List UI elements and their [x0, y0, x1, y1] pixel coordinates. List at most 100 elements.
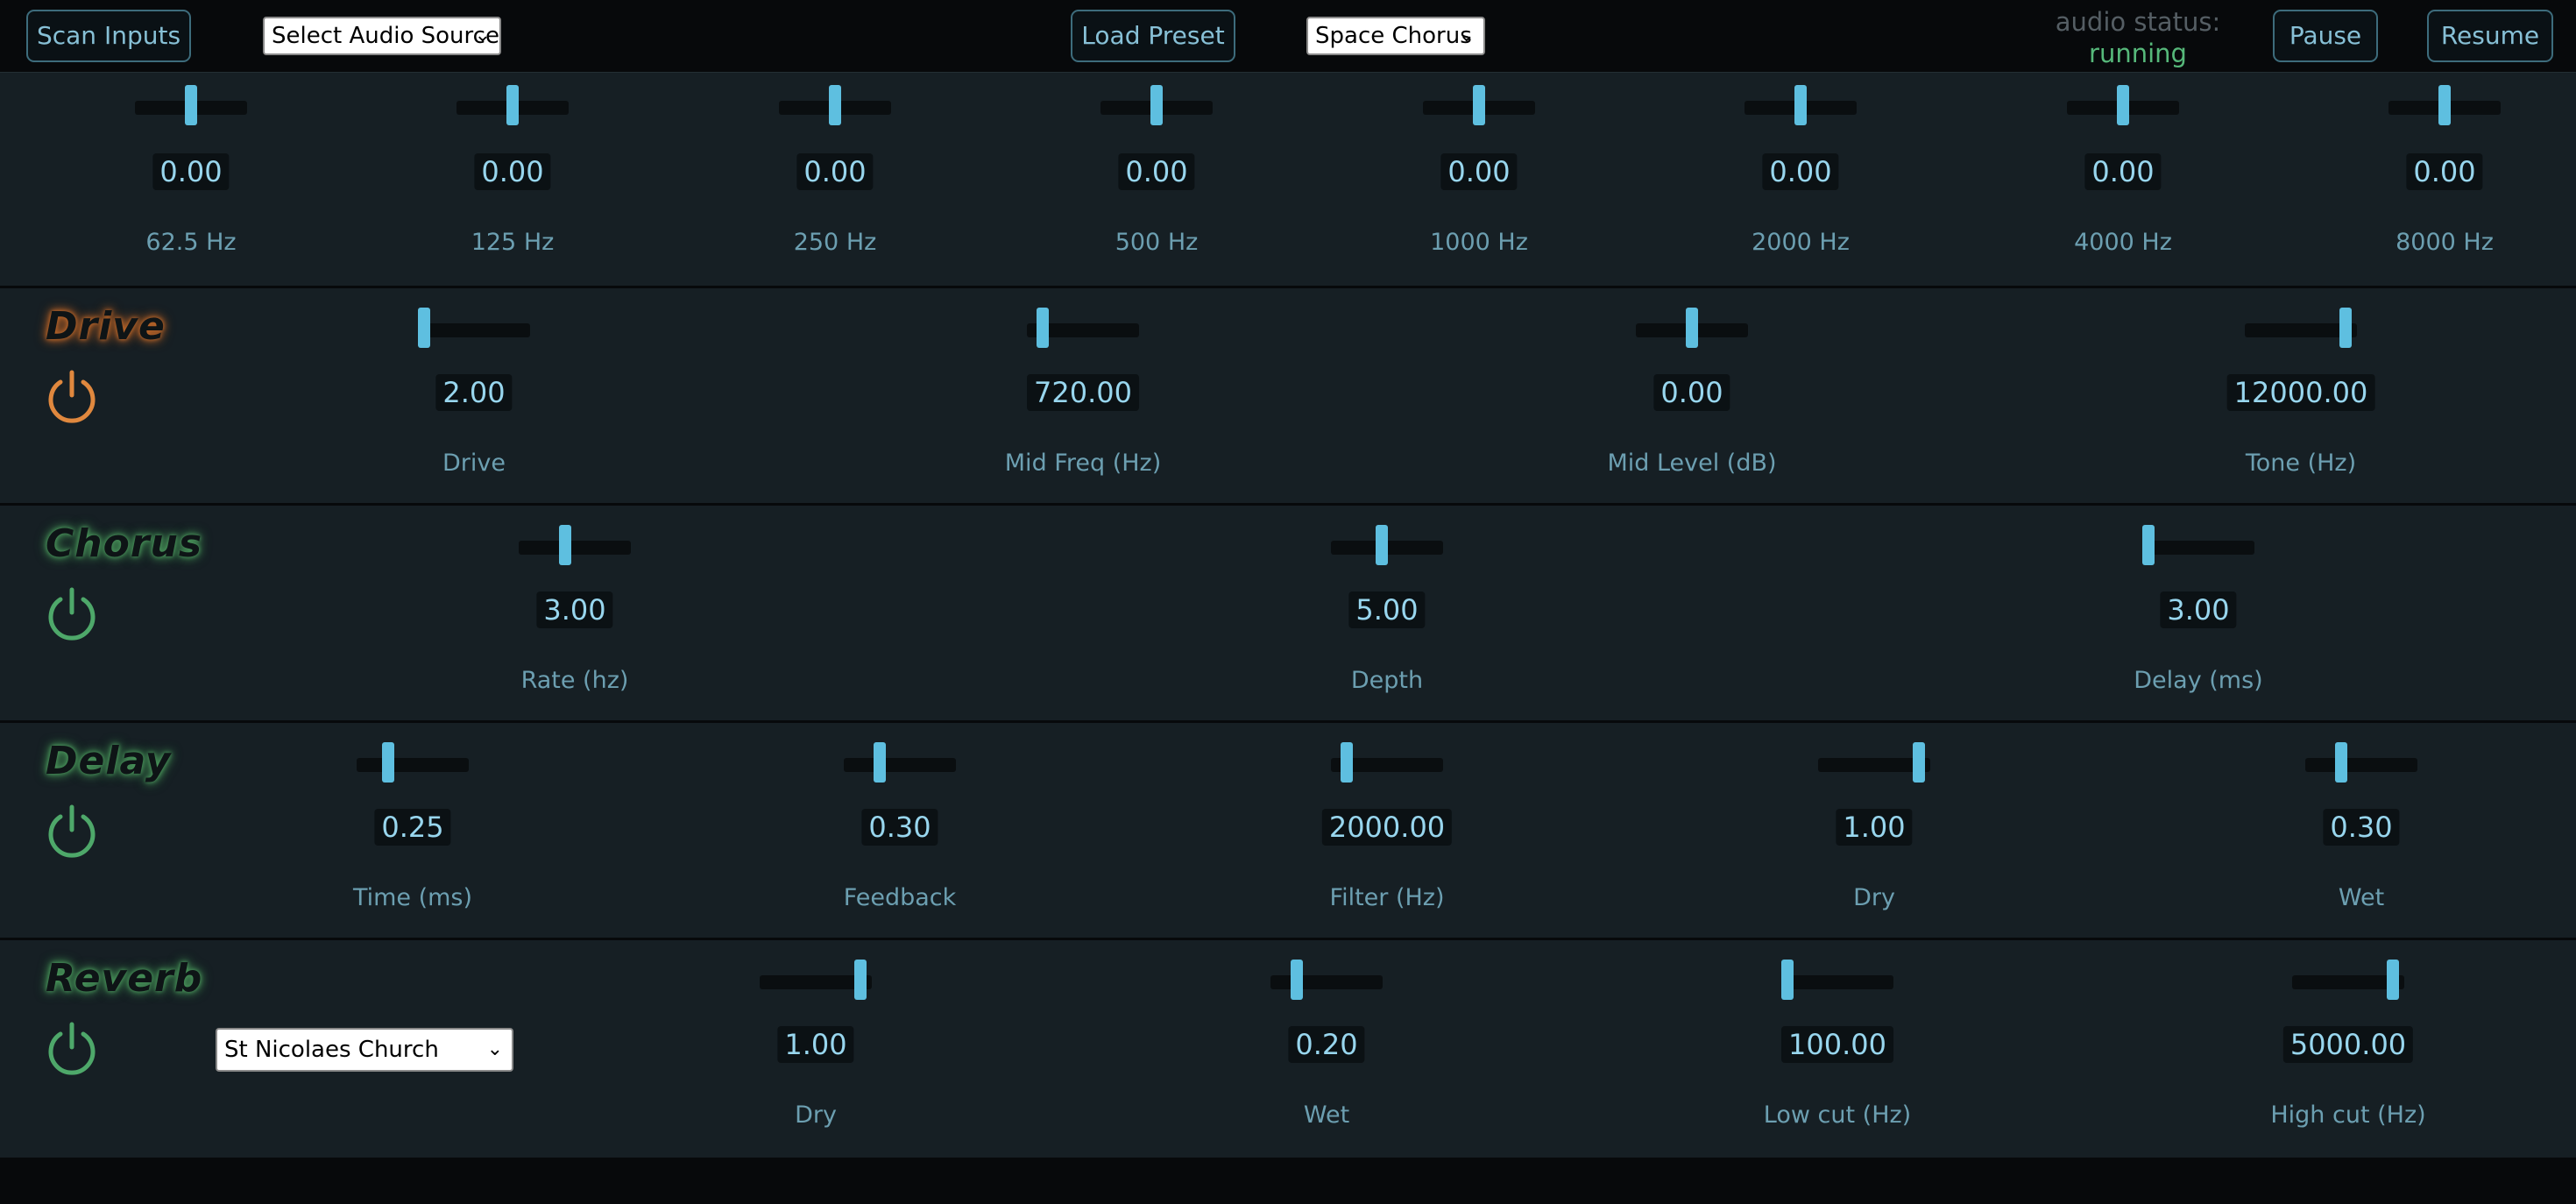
chevron-down-icon: ⌄: [474, 25, 491, 46]
chorus-delay-ms-slider[interactable]: [2142, 525, 2254, 565]
slider-thumb[interactable]: [874, 742, 887, 783]
reverb-dry-slider[interactable]: [760, 960, 872, 1000]
resume-button[interactable]: Resume: [2427, 10, 2553, 62]
audio-source-value: Select Audio Source: [272, 23, 499, 49]
chorus-depth-slider[interactable]: [1331, 525, 1443, 565]
audio-source-select[interactable]: Select Audio Source ⌄: [263, 17, 501, 55]
eq-250-hz-label: 250 Hz: [793, 229, 877, 256]
delay-wet-slider[interactable]: [2305, 742, 2417, 783]
slider-thumb[interactable]: [558, 525, 571, 565]
eq-250-hz-slider[interactable]: [779, 85, 891, 125]
pause-button[interactable]: Pause: [2273, 10, 2378, 62]
chevron-down-icon: ⌄: [486, 1038, 503, 1060]
eq-2000-hz-value: 0.00: [1762, 153, 1839, 190]
slider-thumb[interactable]: [1341, 742, 1354, 783]
chorus-depth-label: Depth: [1350, 667, 1424, 694]
eq-500-hz-value: 0.00: [1118, 153, 1195, 190]
delay-dry-value: 1.00: [1836, 809, 1913, 846]
top-toolbar: Scan Inputs Select Audio Source ⌄ Load P…: [0, 0, 2576, 72]
slider-thumb[interactable]: [506, 85, 519, 125]
delay-time-ms-slider[interactable]: [357, 742, 469, 783]
eq-125-hz-slider[interactable]: [456, 85, 569, 125]
slider-thumb[interactable]: [418, 308, 430, 348]
chorus-depth-value: 5.00: [1348, 591, 1426, 628]
delay-filter-hz-value: 2000.00: [1321, 809, 1453, 846]
delay-dry-slider[interactable]: [1818, 742, 1930, 783]
slider-thumb[interactable]: [1376, 525, 1389, 565]
drive-mid-freq-hz-slider[interactable]: [1027, 308, 1139, 348]
slider-thumb[interactable]: [381, 742, 394, 783]
slider-thumb[interactable]: [2335, 742, 2348, 783]
chorus-power-icon[interactable]: [42, 584, 102, 644]
delay-feedback-value: 0.30: [861, 809, 938, 846]
delay-dry-label: Dry: [1853, 884, 1895, 911]
eq-1000-hz-value: 0.00: [1440, 153, 1518, 190]
drive-mid-level-db-label: Mid Level (dB): [1607, 450, 1777, 477]
chorus-rate-hz-label: Rate (hz): [520, 667, 629, 694]
chorus-rate-hz-slider[interactable]: [519, 525, 631, 565]
reverb-title: Reverb: [46, 956, 203, 1001]
slider-thumb[interactable]: [1290, 960, 1303, 1000]
drive-drive-label: Drive: [442, 450, 506, 477]
slider-thumb[interactable]: [1913, 742, 1926, 783]
slider-track: [844, 758, 956, 772]
eq-125-hz-value: 0.00: [474, 153, 551, 190]
slider-thumb[interactable]: [2438, 85, 2451, 125]
impulse-response-select[interactable]: St Nicolaes Church ⌄: [216, 1028, 513, 1072]
slider-track: [1781, 975, 1893, 989]
delay-filter-hz-slider[interactable]: [1331, 742, 1443, 783]
slider-track: [519, 541, 631, 555]
reverb-low-cut-hz-slider[interactable]: [1781, 960, 1893, 1000]
load-preset-button[interactable]: Load Preset: [1071, 10, 1235, 62]
slider-thumb[interactable]: [1473, 85, 1485, 125]
eq-1000-hz-slider[interactable]: [1423, 85, 1535, 125]
eq-62-5-hz-value: 0.00: [152, 153, 230, 190]
chorus-delay-ms-value: 3.00: [2160, 591, 2237, 628]
slider-track: [2305, 758, 2417, 772]
slider-thumb[interactable]: [2117, 85, 2129, 125]
delay-wet-value: 0.30: [2323, 809, 2400, 846]
slider-thumb[interactable]: [2142, 525, 2155, 565]
reverb-wet-slider[interactable]: [1270, 960, 1383, 1000]
scan-inputs-button[interactable]: Scan Inputs: [26, 10, 191, 62]
delay-power-icon[interactable]: [42, 802, 102, 861]
chevron-down-icon: ⌄: [1458, 25, 1475, 46]
eq-1000-hz-label: 1000 Hz: [1430, 229, 1528, 256]
delay-filter-hz-label: Filter (Hz): [1329, 884, 1445, 911]
delay-wet-label: Wet: [2338, 884, 2385, 911]
eq-250-hz-value: 0.00: [796, 153, 874, 190]
slider-track: [2142, 541, 2254, 555]
slider-thumb[interactable]: [1794, 85, 1807, 125]
reverb-high-cut-hz-label: High cut (Hz): [2270, 1101, 2426, 1129]
eq-125-hz-label: 125 Hz: [471, 229, 555, 256]
reverb-power-icon[interactable]: [42, 1019, 102, 1079]
eq-2000-hz-slider[interactable]: [1744, 85, 1857, 125]
slider-thumb[interactable]: [1686, 308, 1698, 348]
slider-thumb[interactable]: [1037, 308, 1050, 348]
impulse-response-value: St Nicolaes Church: [224, 1037, 439, 1063]
slider-thumb[interactable]: [2387, 960, 2400, 1000]
drive-mid-level-db-slider[interactable]: [1636, 308, 1748, 348]
eq-8000-hz-value: 0.00: [2406, 153, 2483, 190]
reverb-high-cut-hz-value: 5000.00: [2282, 1026, 2414, 1063]
drive-tone-hz-slider[interactable]: [2245, 308, 2357, 348]
eq-4000-hz-slider[interactable]: [2067, 85, 2179, 125]
chorus-rate-hz-value: 3.00: [536, 591, 613, 628]
eq-500-hz-slider[interactable]: [1100, 85, 1213, 125]
eq-8000-hz-slider[interactable]: [2388, 85, 2501, 125]
slider-thumb[interactable]: [829, 85, 841, 125]
drive-drive-slider[interactable]: [418, 308, 530, 348]
delay-title: Delay: [46, 739, 172, 783]
drive-mid-level-db-value: 0.00: [1653, 374, 1730, 411]
slider-thumb[interactable]: [1150, 85, 1163, 125]
delay-feedback-slider[interactable]: [844, 742, 956, 783]
slider-thumb[interactable]: [2339, 308, 2353, 348]
preset-select[interactable]: Space Chorus ⌄: [1306, 17, 1485, 55]
slider-thumb[interactable]: [854, 960, 867, 1000]
slider-thumb[interactable]: [1781, 960, 1794, 1000]
delay-feedback-label: Feedback: [843, 884, 957, 911]
slider-thumb[interactable]: [185, 85, 197, 125]
reverb-high-cut-hz-slider[interactable]: [2292, 960, 2404, 1000]
eq-62-5-hz-slider[interactable]: [135, 85, 247, 125]
drive-power-icon[interactable]: [42, 367, 102, 427]
